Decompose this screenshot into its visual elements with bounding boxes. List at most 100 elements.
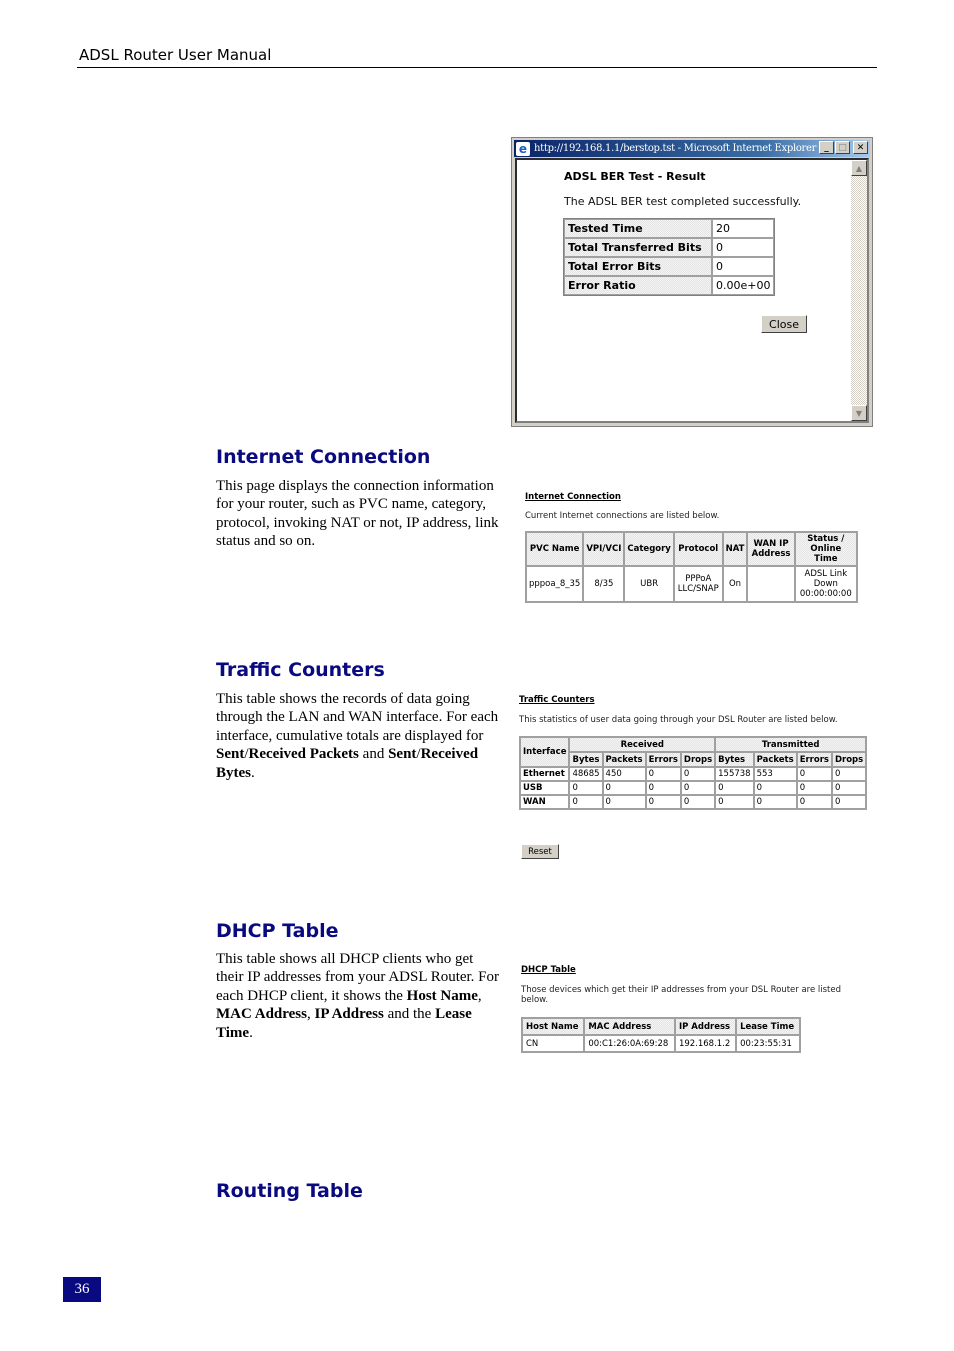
- ic-shot-title[interactable]: Internet Connection: [525, 492, 621, 502]
- table-row: pppoa_8_35 8/35 UBR PPPoA LLC/SNAP On ADSL Li…: [526, 566, 857, 602]
- page-number: 36: [63, 1277, 101, 1302]
- ber-result-window: e http://192.168.1.1/berstop.tst - Micro…: [511, 137, 873, 427]
- section-title-internet-connection: Internet Connection: [216, 446, 431, 468]
- ic-column-header: VPI/VCI: [583, 532, 625, 566]
- tc-cell: 0: [680, 781, 716, 795]
- dhcp-cell: 00:C1:26:0A:69:28: [584, 1035, 675, 1052]
- tc-shot-title[interactable]: Traffic Counters: [519, 695, 595, 705]
- header-divider: [77, 67, 877, 68]
- emphasis-term: Sent: [216, 746, 245, 763]
- ic-cell: ADSL Link Down 00:00:00:00: [794, 566, 857, 602]
- interface-header: Interface: [520, 737, 570, 767]
- tc-cell: 553: [753, 767, 797, 781]
- ic-column-header: Protocol: [673, 532, 723, 566]
- ic-column-header: Category: [624, 532, 674, 566]
- tc-shot-description: This statistics of user data going throu…: [519, 715, 838, 725]
- tc-cell: 0: [831, 781, 867, 795]
- ber-row-value: 0: [712, 238, 775, 257]
- ic-column-header: NAT: [722, 532, 748, 566]
- dhcp-cell: 192.168.1.2: [674, 1035, 737, 1052]
- ic-cell: PPPoA LLC/SNAP: [673, 566, 723, 602]
- dhcp-shot-title[interactable]: DHCP Table: [521, 965, 576, 975]
- emphasis-term: IP Address: [314, 1006, 384, 1023]
- table-row: Ethernet 48685 450 0 0 155738 553 0 0: [520, 767, 867, 781]
- ic-cell: 8/35: [583, 566, 625, 602]
- ie-logo-icon: e: [516, 141, 530, 156]
- window-content: ADSL BER Test - Result The ADSL BER test…: [515, 158, 869, 423]
- tc-cell: 0: [796, 781, 832, 795]
- dhcp-column-header: Lease Time: [736, 1018, 800, 1035]
- ber-row-label: Total Transferred Bits: [564, 238, 712, 257]
- tc-sub-column-header: Drops: [680, 752, 716, 767]
- section-title-dhcp-table: DHCP Table: [216, 920, 339, 942]
- transmitted-group-header: Transmitted: [715, 737, 867, 752]
- ber-row: Tested Time 20: [564, 219, 775, 238]
- ic-cell: pppoa_8_35: [526, 566, 584, 602]
- tc-sub-column-header: Errors: [645, 752, 681, 767]
- table-row: USB 0 0 0 0 0 0 0 0: [520, 781, 867, 795]
- section-body-dhcp-table: This table shows all DHCP clients who ge…: [216, 950, 501, 1042]
- minimize-icon[interactable]: _: [819, 141, 834, 154]
- section-body-traffic-counters: This table shows the records of data goi…: [216, 690, 501, 782]
- tc-cell: 0: [753, 781, 797, 795]
- tc-cell: 0: [602, 795, 646, 809]
- ber-result-table: Tested Time 20 Total Transferred Bits 0 Tota…: [563, 218, 776, 296]
- tc-sub-column-header: Packets: [602, 752, 646, 767]
- ic-shot-description: Current Internet connections are listed …: [525, 511, 720, 521]
- close-icon[interactable]: ✕: [853, 141, 868, 154]
- ber-row-label: Tested Time: [564, 219, 712, 238]
- tc-cell: 0: [569, 781, 603, 795]
- tc-cell: 0: [680, 767, 716, 781]
- table-row: CN 00:C1:26:0A:69:28 192.168.1.2 00:23:55:3…: [522, 1035, 800, 1052]
- tc-cell: 0: [831, 767, 867, 781]
- section-title-routing-table: Routing Table: [216, 1180, 363, 1202]
- interface-name: Ethernet: [520, 767, 570, 781]
- maximize-icon[interactable]: □: [835, 141, 850, 154]
- window-titlebar[interactable]: e http://192.168.1.1/berstop.tst - Micro…: [514, 140, 870, 157]
- body-text: This table shows the records of data goi…: [216, 691, 499, 744]
- ber-row-value: 0: [712, 257, 775, 276]
- tc-cell: 0: [715, 795, 754, 809]
- traffic-counters-table: Interface Received Transmitted Bytes Pack…: [519, 736, 868, 810]
- tc-sub-column-header: Packets: [753, 752, 797, 767]
- tc-cell: 0: [715, 781, 754, 795]
- ic-column-header: Status / Online Time: [794, 532, 857, 566]
- received-group-header: Received: [569, 737, 716, 752]
- emphasis-term: Sent: [388, 746, 417, 763]
- tc-cell: 0: [645, 781, 681, 795]
- tc-cell: 0: [753, 795, 797, 809]
- ber-row-value: 20: [712, 219, 775, 238]
- emphasis-term: Host Name: [406, 987, 478, 1004]
- tc-cell: 0: [680, 795, 716, 809]
- reset-button[interactable]: Reset: [521, 844, 559, 859]
- body-text: ,: [477, 987, 482, 1004]
- body-text: and: [358, 746, 389, 763]
- scroll-down-icon[interactable]: ▼: [851, 405, 867, 421]
- ic-column-header: WAN IP Address: [747, 532, 795, 566]
- tc-cell: 0: [831, 795, 867, 809]
- ber-row-label: Error Ratio: [564, 276, 712, 295]
- dhcp-column-header: MAC Address: [584, 1018, 675, 1035]
- dhcp-shot-description-line2: below.: [521, 995, 549, 1005]
- emphasis-term: MAC Address: [216, 1006, 307, 1023]
- dhcp-shot-description-line1: Those devices which get their IP address…: [521, 985, 842, 995]
- ber-row-label: Total Error Bits: [564, 257, 712, 276]
- dhcp-cell: CN: [522, 1035, 585, 1052]
- dhcp-column-header: Host Name: [522, 1018, 585, 1035]
- scroll-up-icon[interactable]: ▲: [851, 160, 867, 176]
- tc-sub-column-header: Drops: [831, 752, 867, 767]
- body-text: .: [251, 764, 255, 781]
- section-title-traffic-counters: Traffic Counters: [216, 659, 385, 681]
- tc-cell: 450: [602, 767, 646, 781]
- body-text: and the: [383, 1006, 436, 1023]
- close-button[interactable]: Close: [761, 315, 807, 333]
- tc-cell: 48685: [569, 767, 603, 781]
- interface-name: USB: [520, 781, 570, 795]
- ic-cell: [747, 566, 795, 602]
- vertical-scrollbar[interactable]: ▲ ▼: [851, 160, 867, 421]
- tc-cell: 155738: [715, 767, 754, 781]
- page-header-title: ADSL Router User Manual: [79, 46, 272, 64]
- window-title: http://192.168.1.1/berstop.tst - Microso…: [534, 143, 817, 154]
- tc-sub-column-header: Bytes: [569, 752, 603, 767]
- section-body-internet-connection: This page displays the connection inform…: [216, 478, 499, 550]
